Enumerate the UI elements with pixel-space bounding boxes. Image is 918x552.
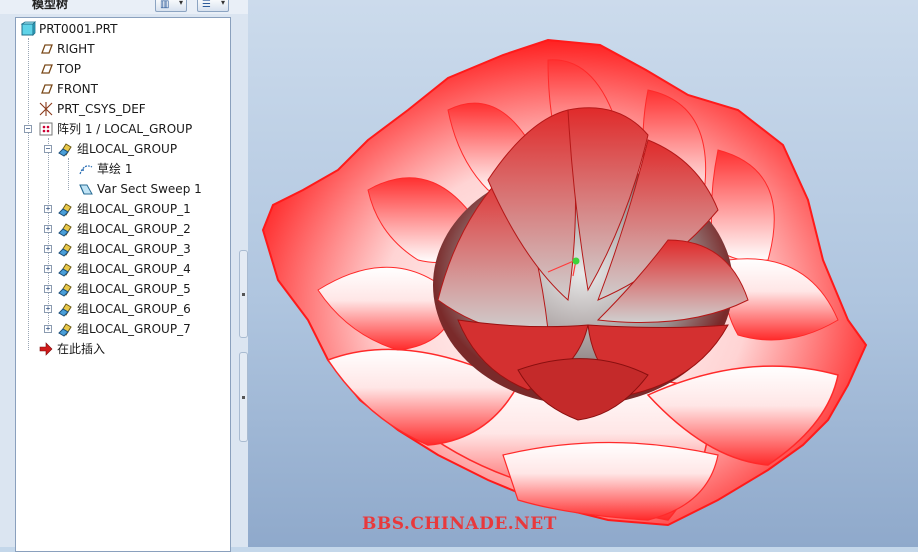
tree-item-group[interactable]: − 组LOCAL_GROUP bbox=[44, 139, 177, 159]
tree-item-group-5[interactable]: + 组LOCAL_GROUP_5 bbox=[44, 279, 191, 299]
collapse-toggle[interactable]: − bbox=[24, 125, 32, 133]
tree-item-label: 组LOCAL_GROUP_1 bbox=[77, 202, 191, 216]
tree-item-label: 草绘 1 bbox=[97, 162, 133, 176]
tree-item-label: PRT_CSYS_DEF bbox=[57, 102, 146, 116]
group-icon bbox=[58, 321, 74, 337]
tree-item-label: 组LOCAL_GROUP_2 bbox=[77, 222, 191, 236]
tree-item-group-3[interactable]: + 组LOCAL_GROUP_3 bbox=[44, 239, 191, 259]
tree-item-group-6[interactable]: + 组LOCAL_GROUP_6 bbox=[44, 299, 191, 319]
tree-item-label: FRONT bbox=[57, 82, 98, 96]
expand-toggle[interactable]: + bbox=[44, 205, 52, 213]
tree-item-sweep[interactable]: Var Sect Sweep 1 bbox=[78, 179, 202, 199]
datum-plane-icon bbox=[38, 61, 54, 77]
expand-toggle[interactable]: + bbox=[44, 285, 52, 293]
group-icon bbox=[58, 201, 74, 217]
collapse-toggle[interactable]: − bbox=[44, 145, 52, 153]
expand-toggle[interactable]: + bbox=[44, 265, 52, 273]
group-icon bbox=[58, 301, 74, 317]
sweep-icon bbox=[78, 181, 94, 197]
tree-settings-button[interactable]: ☰ ▾ bbox=[197, 0, 229, 12]
tree-connector bbox=[68, 158, 69, 190]
grip-dot bbox=[242, 396, 245, 399]
grip-dot bbox=[242, 293, 245, 296]
tree-item-group-2[interactable]: + 组LOCAL_GROUP_2 bbox=[44, 219, 191, 239]
insert-here-arrow-icon bbox=[38, 341, 54, 357]
tree-item-label: Var Sect Sweep 1 bbox=[97, 182, 202, 196]
tree-item-group-7[interactable]: + 组LOCAL_GROUP_7 bbox=[44, 319, 191, 339]
tree-item-front-plane[interactable]: FRONT bbox=[38, 79, 98, 99]
tree-item-label: 组LOCAL_GROUP_5 bbox=[77, 282, 191, 296]
tree-item-label: 组LOCAL_GROUP_4 bbox=[77, 262, 191, 276]
expand-toggle[interactable]: + bbox=[44, 305, 52, 313]
panel-splitter-handle[interactable] bbox=[239, 250, 248, 338]
group-icon bbox=[58, 141, 74, 157]
tree-connector bbox=[28, 38, 29, 350]
tree-item-label: 在此插入 bbox=[57, 342, 106, 356]
chevron-down-icon: ▾ bbox=[220, 0, 225, 7]
model-tree[interactable]: PRT0001.PRT RIGHT TOP FRONT PRT_CSYS_DEF… bbox=[15, 17, 231, 552]
group-icon bbox=[58, 221, 74, 237]
show-columns-button[interactable]: ▥ ▾ bbox=[155, 0, 187, 12]
tree-item-label: 组LOCAL_GROUP_7 bbox=[77, 322, 191, 336]
tree-item-label: 组LOCAL_GROUP_3 bbox=[77, 242, 191, 256]
settings-list-icon: ☰ bbox=[202, 0, 211, 10]
flower-model-render bbox=[261, 38, 868, 527]
sketch-icon bbox=[78, 161, 94, 177]
tree-item-top-plane[interactable]: TOP bbox=[38, 59, 81, 79]
group-icon bbox=[58, 281, 74, 297]
show-columns-icon: ▥ bbox=[160, 0, 170, 10]
chevron-down-icon: ▾ bbox=[178, 0, 183, 7]
tree-item-sketch[interactable]: 草绘 1 bbox=[78, 159, 132, 179]
graphics-viewport[interactable]: BBS.CHINADE.NET bbox=[248, 0, 918, 547]
tree-item-csys[interactable]: PRT_CSYS_DEF bbox=[38, 99, 146, 119]
group-icon bbox=[58, 241, 74, 257]
panel-header: 模型树 ▥ ▾ ☰ ▾ bbox=[0, 0, 248, 14]
tree-item-pattern[interactable]: − 阵列 1 / LOCAL_GROUP bbox=[24, 119, 192, 139]
expand-toggle[interactable]: + bbox=[44, 225, 52, 233]
tree-item-label: PRT0001.PRT bbox=[39, 22, 118, 36]
tree-item-group-4[interactable]: + 组LOCAL_GROUP_4 bbox=[44, 259, 191, 279]
model-tree-panel: 模型树 ▥ ▾ ☰ ▾ PRT0001.PRT RIGHT TOP FRONT … bbox=[0, 0, 248, 552]
tree-item-insert-here[interactable]: 在此插入 bbox=[38, 339, 105, 359]
tree-item-label: 阵列 1 / LOCAL_GROUP bbox=[57, 122, 193, 136]
tree-item-label: RIGHT bbox=[57, 42, 95, 56]
group-icon bbox=[58, 261, 74, 277]
tree-item-label: 组LOCAL_GROUP bbox=[77, 142, 178, 156]
pattern-icon bbox=[38, 121, 54, 137]
datum-plane-icon bbox=[38, 41, 54, 57]
panel-title: 模型树 bbox=[32, 0, 69, 11]
watermark-text: BBS.CHINADE.NET bbox=[362, 514, 557, 534]
expand-toggle[interactable]: + bbox=[44, 245, 52, 253]
part-icon bbox=[20, 21, 36, 37]
tree-item-part[interactable]: PRT0001.PRT bbox=[20, 19, 117, 39]
expand-toggle[interactable]: + bbox=[44, 325, 52, 333]
panel-splitter-handle[interactable] bbox=[239, 352, 248, 442]
tree-item-label: TOP bbox=[57, 62, 82, 76]
tree-item-right-plane[interactable]: RIGHT bbox=[38, 39, 95, 59]
datum-plane-icon bbox=[38, 81, 54, 97]
coordinate-system-icon bbox=[38, 101, 54, 117]
tree-item-label: 组LOCAL_GROUP_6 bbox=[77, 302, 191, 316]
tree-item-group-1[interactable]: + 组LOCAL_GROUP_1 bbox=[44, 199, 191, 219]
